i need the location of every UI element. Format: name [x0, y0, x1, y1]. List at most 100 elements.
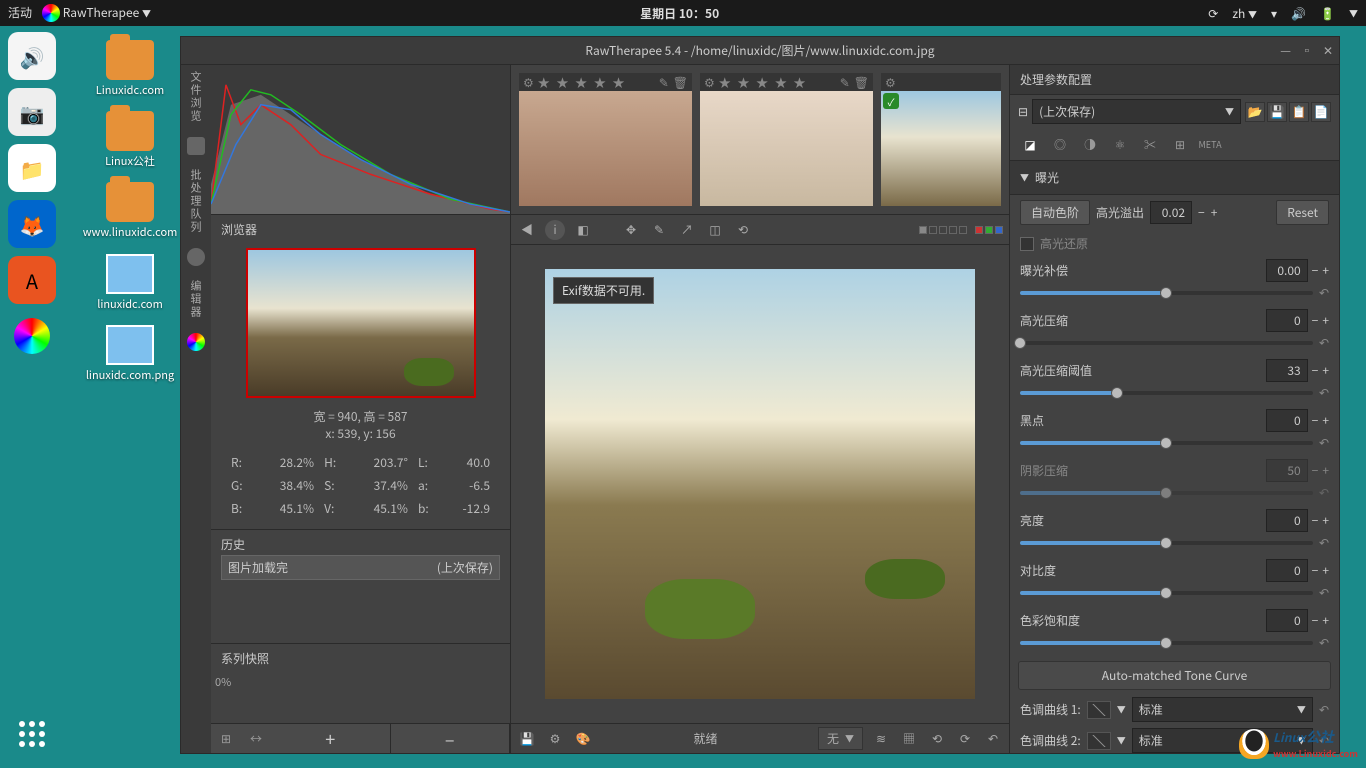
dock-firefox[interactable]: 🦊 [8, 200, 56, 248]
gear-icon[interactable]: ⚙ [885, 74, 896, 91]
before-after-icon[interactable]: ◧ [573, 220, 593, 240]
profile-dropdown[interactable]: (上次保存)▼ [1032, 99, 1241, 124]
slider-value[interactable]: 0 [1266, 609, 1308, 632]
dock-rawtherapee[interactable] [8, 312, 56, 360]
tab-detail-icon[interactable]: ◎ [1050, 134, 1070, 154]
spin-minus[interactable]: − [1312, 412, 1319, 429]
slider-track[interactable] [1020, 641, 1313, 645]
edit-icon[interactable]: ✎ [840, 74, 850, 91]
tab-color-icon[interactable]: ◑ [1080, 134, 1100, 154]
window-titlebar[interactable]: RawTherapee 5.4 - /home/linuxidc/图片/www.… [181, 37, 1339, 65]
color-labels[interactable] [975, 226, 1003, 234]
spin-minus[interactable]: − [1312, 562, 1319, 579]
activities-button[interactable]: 活动 [8, 4, 32, 21]
softproof-icon[interactable]: ≋ [871, 729, 891, 749]
edit-icon[interactable]: ✎ [659, 74, 669, 91]
slider-value[interactable]: 0.00 [1266, 259, 1308, 282]
spin-plus[interactable]: + [1322, 262, 1329, 279]
filmstrip-thumb-active[interactable]: ⚙ ✓ [881, 73, 1001, 206]
paste-profile-icon[interactable]: 📄 [1311, 102, 1331, 122]
arrow-left-icon[interactable]: ◀ [517, 220, 537, 240]
slider-value[interactable]: 50 [1266, 459, 1308, 482]
slider-value[interactable]: 0 [1266, 559, 1308, 582]
profile-mode-icon[interactable]: ⊟ [1018, 103, 1028, 120]
ime-indicator[interactable]: zh ▼ [1232, 5, 1257, 22]
rating-stars[interactable]: ★ ★ ★ ★ ★ [719, 74, 836, 91]
trash-icon[interactable]: 🗑 [673, 74, 688, 91]
reset-icon[interactable]: ↶ [1319, 584, 1329, 601]
spin-plus[interactable]: + [1322, 362, 1329, 379]
reset-icon[interactable]: ↶ [1319, 434, 1329, 451]
maximize-icon[interactable]: ▫ [1301, 42, 1313, 59]
tab-exposure-icon[interactable]: ◪ [1020, 134, 1040, 154]
rotate-icon[interactable]: ⟳ [955, 729, 975, 749]
history-collapse-icon[interactable]: ⊞ [211, 724, 241, 753]
queue-gear-icon[interactable]: ⚙ [545, 729, 565, 749]
folder-www-linuxidc[interactable]: www.linuxidc.com [90, 182, 170, 239]
zoom-out-button[interactable]: – [391, 724, 511, 753]
spin-plus[interactable]: + [1322, 412, 1329, 429]
app-menu[interactable]: RawTherapee ▼ [42, 4, 151, 23]
hlr-checkbox[interactable] [1020, 237, 1034, 251]
spin-minus[interactable]: − [1312, 512, 1319, 529]
indicator-squares[interactable] [919, 226, 967, 234]
slider-value[interactable]: 33 [1266, 359, 1308, 382]
volume-icon[interactable]: 🔊 [1291, 5, 1306, 22]
dock-files[interactable]: 📁 [8, 144, 56, 192]
colorwheel-icon[interactable] [187, 333, 205, 351]
spin-minus[interactable]: − [1312, 612, 1319, 629]
folder-icon[interactable] [187, 137, 205, 155]
close-icon[interactable]: ✕ [1323, 42, 1333, 59]
reset-icon[interactable]: ↶ [1319, 701, 1329, 718]
tab-raw-icon[interactable]: ⊞ [1170, 134, 1190, 154]
dock-camera[interactable]: 📷 [8, 88, 56, 136]
clock[interactable]: 星期日 10：50 [151, 5, 1208, 22]
curve-icon[interactable] [1087, 701, 1111, 719]
dock-software[interactable]: A [8, 256, 56, 304]
rotate-icon[interactable]: ⟲ [927, 729, 947, 749]
trash-icon[interactable]: 🗑 [854, 74, 869, 91]
whitebalance-icon[interactable]: ↗ [677, 220, 697, 240]
spin-minus[interactable]: − [1198, 204, 1205, 221]
refresh-icon[interactable]: ⟳ [1208, 5, 1218, 22]
straighten-icon[interactable]: ⟲ [733, 220, 753, 240]
spin-plus[interactable]: + [1322, 312, 1329, 329]
hand-tool-icon[interactable]: ✥ [621, 220, 641, 240]
wifi-icon[interactable]: ▾ [1271, 5, 1277, 22]
image-canvas[interactable]: Exif数据不可用. [511, 245, 1009, 723]
slider-value[interactable]: 0 [1266, 509, 1308, 532]
system-menu-chevron[interactable]: ▼ [1349, 7, 1358, 20]
tab-meta-icon[interactable]: META [1200, 134, 1220, 154]
palette-icon[interactable]: 🎨 [573, 729, 593, 749]
slider-track[interactable] [1020, 291, 1313, 295]
slider-track[interactable] [1020, 391, 1313, 395]
reset-button[interactable]: Reset [1276, 200, 1329, 225]
slider-value[interactable]: 0 [1266, 409, 1308, 432]
curve-mode-1[interactable]: 标准▼ [1132, 697, 1313, 722]
spin-plus[interactable]: + [1322, 612, 1329, 629]
tab-transform-icon[interactable]: ✂ [1140, 134, 1160, 154]
spin-plus[interactable]: + [1322, 562, 1329, 579]
crop-icon[interactable]: ◫ [705, 220, 725, 240]
reset-icon[interactable]: ↶ [1319, 634, 1329, 651]
slider-track[interactable] [1020, 491, 1313, 495]
reset-icon[interactable]: ↶ [1319, 484, 1329, 501]
rating-stars[interactable]: ★ ★ ★ ★ ★ [538, 74, 655, 91]
folder-linuxgongshe[interactable]: Linux公社 [90, 111, 170, 168]
reset-icon[interactable]: ↶ [1319, 384, 1329, 401]
slider-track[interactable] [1020, 591, 1313, 595]
spin-plus[interactable]: + [1211, 204, 1218, 221]
panel-toggle-icon[interactable]: ↔ [241, 724, 271, 753]
curve-icon[interactable] [1087, 732, 1111, 750]
gear-icon[interactable] [187, 248, 205, 266]
filmstrip-thumb[interactable]: ⚙★ ★ ★ ★ ★✎🗑 [519, 73, 692, 206]
undo-icon[interactable]: ↶ [983, 729, 1003, 749]
spin-plus[interactable]: + [1322, 462, 1329, 479]
spin-minus[interactable]: − [1312, 462, 1319, 479]
filmstrip-thumb[interactable]: ⚙★ ★ ★ ★ ★✎🗑 [700, 73, 873, 206]
battery-icon[interactable]: 🔋 [1320, 5, 1335, 22]
info-icon[interactable]: i [545, 220, 565, 240]
reset-icon[interactable]: ↶ [1319, 334, 1329, 351]
spin-minus[interactable]: − [1312, 312, 1319, 329]
picker-icon[interactable]: ✎ [649, 220, 669, 240]
